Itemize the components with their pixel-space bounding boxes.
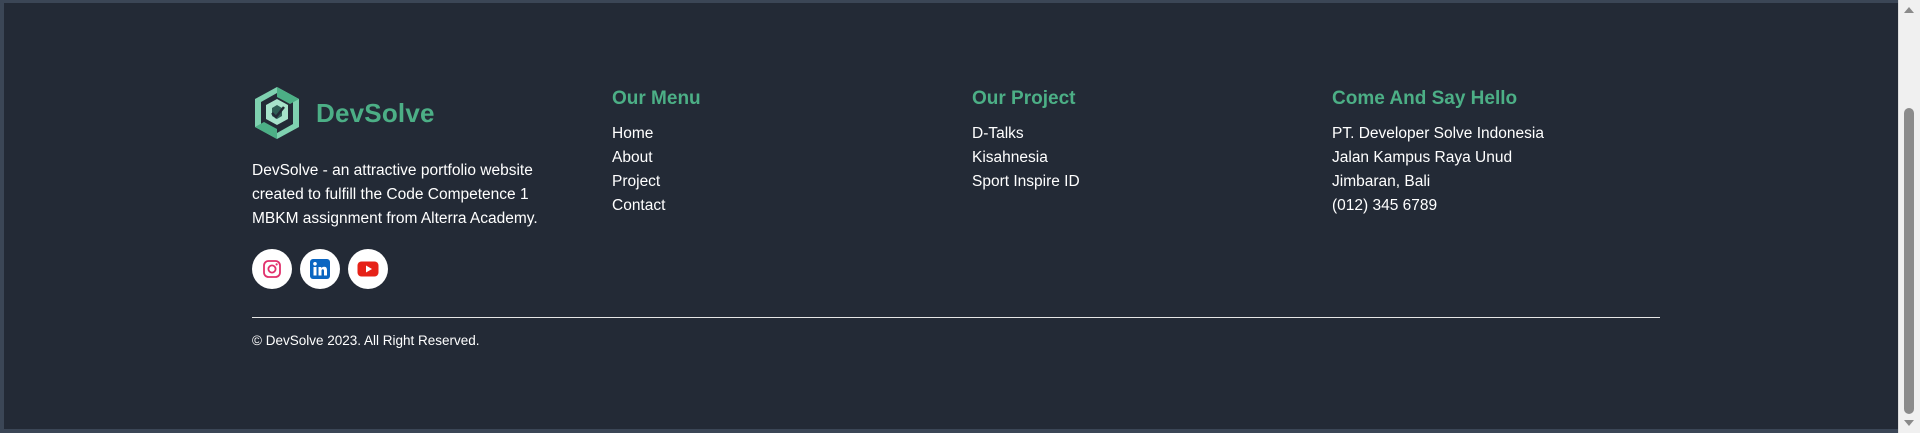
menu-item-contact[interactable]: Contact xyxy=(612,194,701,218)
menu-title: Our Menu xyxy=(612,88,701,109)
devsolve-logo-icon xyxy=(255,87,299,139)
contact-city: Jimbaran, Bali xyxy=(1332,173,1431,190)
scrollbar-thumb[interactable] xyxy=(1904,108,1914,414)
copyright-text: © DevSolve 2023. All Right Reserved. xyxy=(252,333,480,348)
footer-project-column: Our Project D-Talks Kisahnesia Sport Ins… xyxy=(972,85,1080,194)
contact-phone: (012) 345 6789 xyxy=(1332,197,1438,214)
footer-menu-column: Our Menu Home About Project Contact xyxy=(612,85,701,218)
social-links xyxy=(252,249,572,289)
footer-divider xyxy=(252,317,1660,318)
menu-link-contact[interactable]: Contact xyxy=(612,197,665,214)
brand-description: DevSolve - an attractive portfolio websi… xyxy=(252,162,538,227)
menu-link-project[interactable]: Project xyxy=(612,173,660,190)
brand-name: DevSolve xyxy=(316,97,435,128)
menu-item-about[interactable]: About xyxy=(612,146,701,170)
project-link-dtalks[interactable]: D-Talks xyxy=(972,125,1024,142)
menu-item-project[interactable]: Project xyxy=(612,170,701,194)
linkedin-icon xyxy=(310,259,330,279)
contact-title: Come And Say Hello xyxy=(1332,88,1518,109)
project-item-dtalks[interactable]: D-Talks xyxy=(972,122,1080,146)
page-viewport: DevSolve DevSolve - an attractive portfo… xyxy=(0,0,1898,433)
youtube-icon xyxy=(357,261,379,277)
menu-link-home[interactable]: Home xyxy=(612,125,653,142)
footer: DevSolve DevSolve - an attractive portfo… xyxy=(248,3,1660,429)
project-link-kisahnesia[interactable]: Kisahnesia xyxy=(972,149,1048,166)
brand[interactable]: DevSolve xyxy=(252,85,572,141)
project-title: Our Project xyxy=(972,88,1076,109)
linkedin-button[interactable] xyxy=(300,249,340,289)
footer-brand-column: DevSolve DevSolve - an attractive portfo… xyxy=(252,85,572,289)
menu-item-home[interactable]: Home xyxy=(612,122,701,146)
project-link-sport-inspire[interactable]: Sport Inspire ID xyxy=(972,173,1080,190)
project-item-kisahnesia[interactable]: Kisahnesia xyxy=(972,146,1080,170)
menu-list: Home About Project Contact xyxy=(612,122,701,218)
contact-list: PT. Developer Solve Indonesia Jalan Kamp… xyxy=(1332,122,1544,218)
instagram-icon xyxy=(263,260,281,278)
vertical-scrollbar[interactable] xyxy=(1898,0,1920,433)
scroll-up-arrow-icon[interactable] xyxy=(1904,7,1914,13)
contact-company: PT. Developer Solve Indonesia xyxy=(1332,125,1544,142)
footer-contact-column: Come And Say Hello PT. Developer Solve I… xyxy=(1332,85,1544,218)
instagram-button[interactable] xyxy=(252,249,292,289)
project-list: D-Talks Kisahnesia Sport Inspire ID xyxy=(972,122,1080,194)
menu-link-about[interactable]: About xyxy=(612,149,653,166)
contact-street: Jalan Kampus Raya Unud xyxy=(1332,149,1513,166)
scroll-down-arrow-icon[interactable] xyxy=(1904,420,1914,426)
youtube-button[interactable] xyxy=(348,249,388,289)
project-item-sport-inspire[interactable]: Sport Inspire ID xyxy=(972,170,1080,194)
